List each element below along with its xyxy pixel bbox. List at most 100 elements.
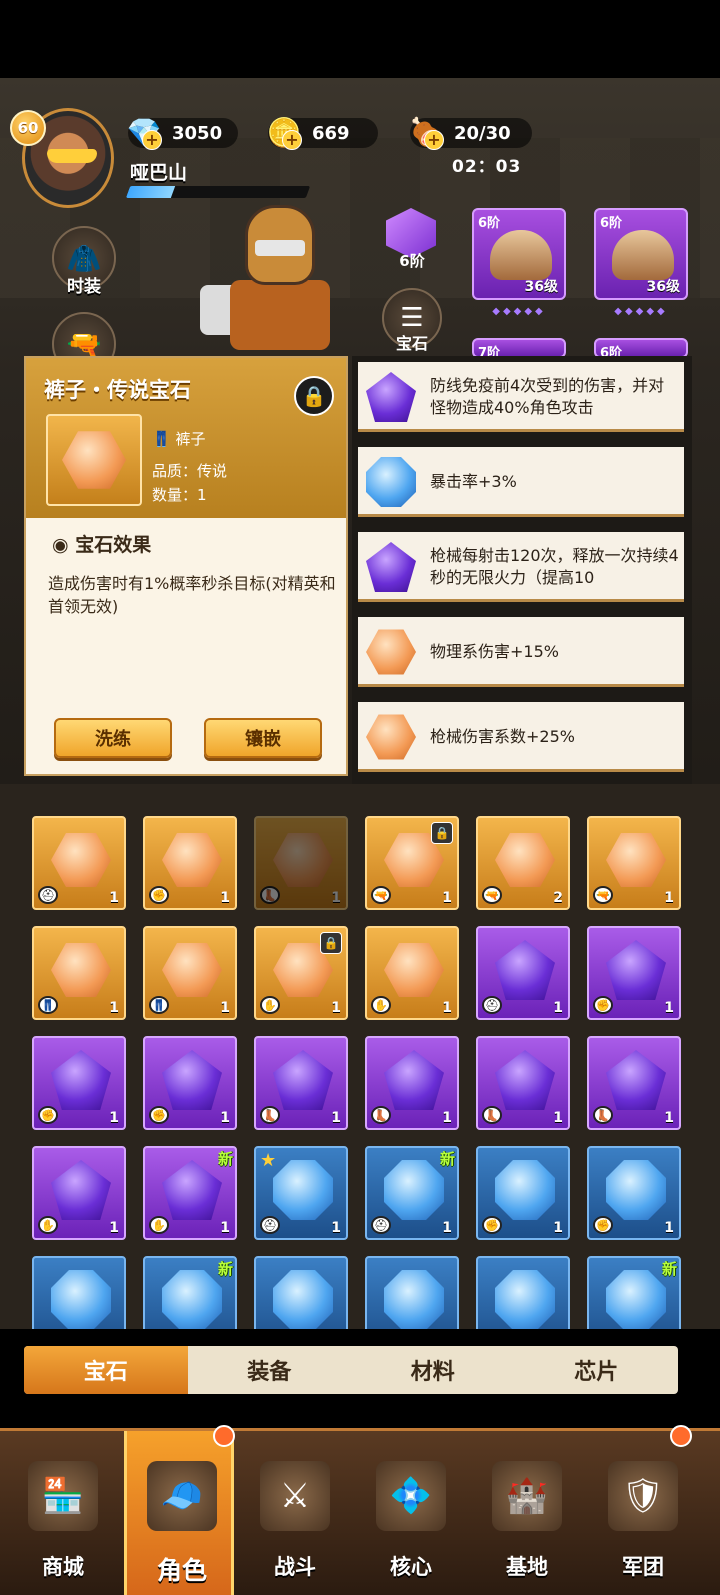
blue-gem-icon	[495, 1270, 555, 1329]
tab-1[interactable]: 装备	[188, 1346, 352, 1394]
nav-label: 角色	[156, 1556, 207, 1585]
inventory-tabs: 宝石 装备 材料 芯片	[24, 1346, 678, 1394]
gem-slot-cell[interactable]: 👖 1	[143, 926, 237, 1020]
gem-count: 1	[553, 1000, 563, 1016]
gloves-icon: ✊	[593, 996, 613, 1014]
gem-stat-text: 枪械伤害系数+25%	[430, 727, 575, 746]
helmet-icon: ⛑	[38, 886, 58, 904]
gem-slot-cell[interactable]: 🔫 1	[587, 816, 681, 910]
nav-item-0[interactable]: 🏪 商城	[8, 1431, 118, 1595]
gem-effect-text: 造成伤害时有1%概率秒杀目标(对精英和首领无效)	[48, 574, 336, 616]
gem-slot-cell[interactable]: ✋ 1 新	[143, 1146, 237, 1240]
gem-stat-row[interactable]: 枪械每射击120次，释放一次持续4秒的无限火力（提高10	[358, 532, 684, 602]
gem-slot-cell[interactable]: 👖 1	[32, 926, 126, 1020]
gem-count: 1	[220, 1000, 230, 1016]
gem-slot-cell[interactable]: 👢 1	[254, 1036, 348, 1130]
gem-slot-cell[interactable]: ⛑ 1 新	[365, 1146, 459, 1240]
gem-count: 1	[664, 890, 674, 906]
add-stamina-icon[interactable]: +	[424, 130, 444, 150]
helmet-icon: ⛑	[482, 996, 502, 1014]
gem-slot-cell[interactable]: ✊ 1	[587, 926, 681, 1020]
player-level-badge: 60	[10, 110, 46, 146]
lock-toggle-icon[interactable]: 🔒	[294, 376, 334, 416]
purple-gem-icon	[162, 1050, 222, 1110]
gem-count: 1	[664, 1220, 674, 1236]
orange-gem-icon	[495, 833, 555, 887]
nav-item-5[interactable]: 🛡 军团	[588, 1425, 698, 1595]
gem-detail-title: 裤子・传说宝石	[44, 378, 191, 402]
gem-slot-cell[interactable]: ⛑ 1 ★	[254, 1146, 348, 1240]
boots-icon: 👢	[260, 886, 280, 904]
gem-quantity-label: 数量：	[152, 486, 198, 504]
nav-item-4[interactable]: 🏰 基地	[472, 1431, 582, 1595]
boots-icon: 👢	[482, 1106, 502, 1124]
gem-slot-cell[interactable]: ✊ 1	[143, 1036, 237, 1130]
hero-body	[230, 280, 330, 350]
rank-label: 6阶	[399, 252, 425, 270]
equip-card-4[interactable]: 6阶	[594, 338, 688, 358]
star-icon: ★	[260, 1150, 277, 1171]
gem-stat-row[interactable]: 暴击率+3%	[358, 447, 684, 517]
gem-detail-header: 裤子・传说宝石 🔒 👖 裤子 品质：传说 数量：1	[26, 358, 346, 518]
gem-count: 1	[220, 1220, 230, 1236]
gem-slot-cell[interactable]: 新	[587, 1256, 681, 1329]
nav-label: 战斗	[274, 1555, 316, 1579]
gem-slot-cell[interactable]: 👢 1	[476, 1036, 570, 1130]
gem-slot-cell[interactable]: 新	[143, 1256, 237, 1329]
nav-icon-0: 🏪	[28, 1461, 98, 1531]
gem-slot-cell[interactable]: 👢 1	[254, 816, 348, 910]
nav-item-2[interactable]: ⚔ 战斗	[240, 1431, 350, 1595]
gem-stat-row[interactable]: 枪械伤害系数+25%	[358, 702, 684, 772]
gem-slot-cell[interactable]: 🔫 1 🔒	[365, 816, 459, 910]
gem-slot-cell[interactable]: ⛑ 1	[32, 816, 126, 910]
tab-2[interactable]: 材料	[351, 1346, 515, 1394]
purple-gem-icon	[606, 940, 666, 1000]
gem-count: 1	[220, 1110, 230, 1126]
stamina-counter[interactable]: 🍖+ 20/30	[409, 116, 532, 150]
refine-button[interactable]: 洗练	[54, 718, 172, 758]
coin-counter[interactable]: 🪙+ 669	[267, 116, 378, 150]
helmet-icon	[490, 230, 552, 280]
blue-gem-icon	[606, 1160, 666, 1220]
tab-0[interactable]: 宝石	[24, 1346, 188, 1394]
add-coin-icon[interactable]: +	[282, 130, 302, 150]
blue-gem-icon	[273, 1160, 333, 1220]
gem-slot-cell[interactable]: 🔫 2	[476, 816, 570, 910]
gem-slot-cell[interactable]	[476, 1256, 570, 1329]
tab-3[interactable]: 芯片	[515, 1346, 679, 1394]
gem-slot-cell[interactable]: ✊ 1	[143, 816, 237, 910]
effect-bullet-icon: ◉	[52, 534, 69, 556]
add-diamond-icon[interactable]: +	[142, 130, 162, 150]
gem-slot-cell[interactable]: ✋ 1 🔒	[254, 926, 348, 1020]
gem-slot-cell[interactable]: ✊ 1	[476, 1146, 570, 1240]
gem-slot-cell[interactable]	[365, 1256, 459, 1329]
gem-slot-cell[interactable]: ✋ 1	[365, 926, 459, 1020]
hand-icon: ✋	[38, 1216, 58, 1234]
gem-slot-cell[interactable]: ✊ 1	[32, 1036, 126, 1130]
new-badge: 新	[439, 1150, 455, 1168]
nav-item-3[interactable]: 💠 核心	[356, 1431, 466, 1595]
gem-slot-cell[interactable]: 👢 1	[365, 1036, 459, 1130]
equip-card-3[interactable]: 7阶	[472, 338, 566, 358]
orange-gem-icon	[162, 943, 222, 997]
diamond-counter[interactable]: 💎+ 3050	[127, 116, 238, 150]
equip-helmet-card[interactable]: 6阶 36级	[472, 208, 566, 300]
jacket-icon: 🧥	[66, 241, 102, 275]
gem-slot-cell[interactable]: ⛑ 1	[476, 926, 570, 1020]
nav-item-1[interactable]: 🧢 角色	[124, 1425, 235, 1595]
gem-slot-cell[interactable]	[32, 1256, 126, 1329]
inlay-button[interactable]: 镶嵌	[204, 718, 322, 758]
equip-gloves-card[interactable]: 6阶 36级	[594, 208, 688, 300]
gem-count: 1	[553, 1220, 563, 1236]
gem-slot-cell[interactable]: ✋ 1	[32, 1146, 126, 1240]
gem-slot-cell[interactable]	[254, 1256, 348, 1329]
purple-gem-icon	[51, 1160, 111, 1220]
nav-icon-1: 🧢	[147, 1461, 217, 1531]
gem-slot-cell[interactable]: ✊ 1	[587, 1146, 681, 1240]
gem-count: 2	[553, 890, 563, 906]
gem-stat-row[interactable]: 防线免疫前4次受到的伤害，并对怪物造成40%角色攻击	[358, 362, 684, 432]
gem-count: 1	[553, 1110, 563, 1126]
gem-stat-row[interactable]: 物理系伤害+15%	[358, 617, 684, 687]
gem-slot-cell[interactable]: 👢 1	[587, 1036, 681, 1130]
nav-icon-2: ⚔	[260, 1461, 330, 1531]
